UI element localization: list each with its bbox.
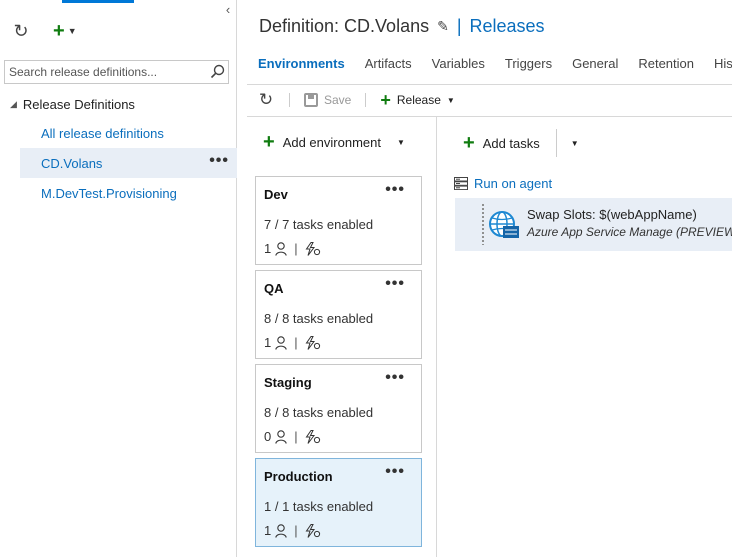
save-disk-icon <box>304 93 318 107</box>
divider <box>365 93 367 107</box>
environments-pane: + Add environment ▼ Dev ••• 7 / 7 tasks … <box>247 117 437 557</box>
toolbar: ↻ Save + Release ▼ <box>257 89 455 111</box>
refresh-icon[interactable]: ↻ <box>257 90 275 110</box>
approver-count: 1 <box>264 241 272 256</box>
environment-name: Production <box>264 469 333 484</box>
tasks-enabled-text: 1 / 1 tasks enabled <box>264 499 374 514</box>
definition-tabs: Environments Artifacts Variables Trigger… <box>258 54 732 74</box>
more-options-icon[interactable]: ••• <box>385 369 405 387</box>
environment-meta: 1 | <box>264 335 321 350</box>
meta-separator: | <box>294 523 298 538</box>
divider <box>289 93 290 107</box>
left-pane: ‹ ↻ + ▼ ◢ Release Definitions All releas… <box>0 0 237 557</box>
add-tasks-button[interactable]: + Add tasks ▼ <box>463 129 579 157</box>
tab-artifacts[interactable]: Artifacts <box>365 54 412 74</box>
chevron-down-icon[interactable]: ◢ <box>10 99 17 110</box>
active-nav-indicator <box>62 0 134 3</box>
chevron-down-icon: ▼ <box>67 26 77 36</box>
tasks-enabled-text: 8 / 8 tasks enabled <box>264 405 374 420</box>
environment-card-qa[interactable]: QA ••• 8 / 8 tasks enabled 1 | <box>255 270 422 359</box>
tasks-enabled-text: 7 / 7 tasks enabled <box>264 217 374 232</box>
meta-separator: | <box>294 429 298 444</box>
task-subtitle: Azure App Service Manage (PREVIEW) <box>527 225 732 239</box>
environment-card-dev[interactable]: Dev ••• 7 / 7 tasks enabled 1 | <box>255 176 422 265</box>
save-label: Save <box>324 93 352 107</box>
search-box <box>4 60 229 84</box>
tree-item-cd-volans[interactable]: CD.Volans ••• <box>20 148 237 178</box>
more-options-icon[interactable]: ••• <box>385 463 405 481</box>
task-swap-slots[interactable]: Swap Slots: $(webAppName) Azure App Serv… <box>455 198 732 251</box>
more-options-icon[interactable]: ••• <box>209 152 229 170</box>
chevron-down-icon[interactable]: ▼ <box>571 139 579 148</box>
tab-retention[interactable]: Retention <box>638 54 694 74</box>
tab-general[interactable]: General <box>572 54 618 74</box>
divider <box>555 129 557 157</box>
more-options-icon[interactable]: ••• <box>385 181 405 199</box>
tab-triggers[interactable]: Triggers <box>505 54 552 74</box>
tree-item-all-definitions[interactable]: All release definitions <box>20 118 237 148</box>
meta-separator: | <box>294 335 298 350</box>
tree-root-label: Release Definitions <box>22 96 135 112</box>
environment-name: Dev <box>264 187 288 202</box>
search-icon[interactable] <box>206 61 228 83</box>
person-icon <box>275 335 287 350</box>
tasks-enabled-text: 8 / 8 tasks enabled <box>264 311 374 326</box>
plus-icon: + <box>53 20 65 42</box>
drag-handle[interactable] <box>481 203 485 245</box>
environment-meta: 0 | <box>264 429 321 444</box>
tree-item-label: All release definitions <box>41 125 164 141</box>
server-icon <box>454 176 468 190</box>
definition-header: Definition: CD.Volans ✎ | Releases <box>259 14 545 38</box>
trigger-bolt-icon[interactable] <box>305 335 321 350</box>
environment-card-production[interactable]: Production ••• 1 / 1 tasks enabled 1 | <box>255 458 422 547</box>
approver-count: 0 <box>264 429 272 444</box>
environment-name: Staging <box>264 375 312 390</box>
new-definition-button[interactable]: + ▼ <box>53 20 77 42</box>
header-separator: | <box>456 15 462 36</box>
tree-item-mdevtest-provisioning[interactable]: M.DevTest.Provisioning <box>20 178 237 208</box>
environment-meta: 1 | <box>264 523 321 538</box>
person-icon <box>275 523 287 538</box>
add-environment-label: Add environment <box>282 134 381 150</box>
run-on-agent-phase[interactable]: Run on agent <box>454 174 552 192</box>
search-input[interactable] <box>5 61 206 83</box>
approver-count: 1 <box>264 523 272 538</box>
tab-environments[interactable]: Environments <box>258 54 345 74</box>
tree-root-release-definitions[interactable]: ◢ Release Definitions <box>10 94 135 114</box>
plus-icon: + <box>463 132 475 154</box>
collapse-pane-icon[interactable]: ‹ <box>221 2 235 18</box>
plus-icon: + <box>263 131 275 153</box>
meta-separator: | <box>294 241 298 256</box>
release-label: Release <box>396 93 441 107</box>
release-button[interactable]: + Release ▼ <box>380 91 454 109</box>
chevron-down-icon[interactable]: ▼ <box>397 138 405 147</box>
releases-link[interactable]: Releases <box>470 16 545 37</box>
chevron-down-icon: ▼ <box>446 95 455 105</box>
trigger-bolt-icon[interactable] <box>305 241 321 256</box>
plus-icon: + <box>380 90 391 110</box>
add-environment-button[interactable]: + Add environment ▼ <box>263 131 405 153</box>
tree-item-label: M.DevTest.Provisioning <box>41 185 177 201</box>
tree-item-label: CD.Volans <box>41 155 103 171</box>
page-title: Definition: CD.Volans <box>259 15 430 36</box>
refresh-definitions-button[interactable]: ↻ <box>10 20 32 42</box>
tab-history[interactable]: History <box>714 54 732 74</box>
trigger-bolt-icon[interactable] <box>305 523 321 538</box>
edit-pencil-icon[interactable]: ✎ <box>437 18 449 35</box>
tab-variables[interactable]: Variables <box>432 54 485 74</box>
divider <box>247 84 732 85</box>
person-icon <box>275 241 287 256</box>
task-title: Swap Slots: $(webAppName) <box>527 207 697 222</box>
run-on-agent-label: Run on agent <box>474 175 553 191</box>
more-options-icon[interactable]: ••• <box>385 275 405 293</box>
save-button[interactable]: Save <box>304 93 351 107</box>
environment-card-staging[interactable]: Staging ••• 8 / 8 tasks enabled 0 | <box>255 364 422 453</box>
person-icon <box>275 429 287 444</box>
environment-name: QA <box>264 281 284 296</box>
approver-count: 1 <box>264 335 272 350</box>
trigger-bolt-icon[interactable] <box>305 429 321 444</box>
azure-app-service-icon <box>489 211 519 238</box>
environment-meta: 1 | <box>264 241 321 256</box>
add-tasks-label: Add tasks <box>482 135 540 151</box>
